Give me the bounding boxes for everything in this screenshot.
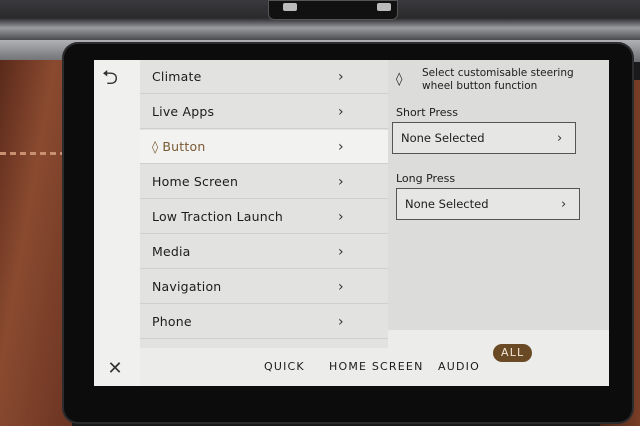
menu-item-label: Navigation bbox=[152, 279, 222, 294]
menu-item-label: ◊ Button bbox=[140, 139, 338, 154]
chevron-right-icon: › bbox=[338, 278, 344, 295]
chevron-right-icon: › bbox=[338, 68, 344, 85]
menu-item-text: Button bbox=[162, 139, 206, 154]
short-press-label: Short Press bbox=[396, 106, 458, 119]
menu-item-label: Phone bbox=[152, 314, 192, 329]
chevron-right-icon: › bbox=[557, 130, 563, 146]
chevron-right-icon: › bbox=[338, 173, 344, 190]
long-press-label: Long Press bbox=[396, 172, 456, 185]
tab-quick[interactable]: QUICK bbox=[264, 358, 305, 376]
menu-item-climate[interactable]: Climate › bbox=[140, 60, 388, 94]
tab-audio[interactable]: AUDIO bbox=[438, 358, 480, 376]
tab-home-screen[interactable]: HOME SCREEN bbox=[329, 358, 424, 376]
settings-menu: Climate › Live Apps › ◊ Button › Home Scr… bbox=[140, 60, 418, 348]
menu-item-label: Climate bbox=[152, 69, 202, 84]
chevron-right-icon: › bbox=[338, 243, 344, 260]
steering-button-diamond-icon: ◊ bbox=[396, 72, 403, 87]
chevron-right-icon: › bbox=[338, 138, 344, 155]
menu-item-label: Media bbox=[152, 244, 191, 259]
menu-item-label: Home Screen bbox=[152, 174, 239, 189]
menu-item-button[interactable]: ◊ Button › bbox=[140, 130, 388, 164]
menu-item-navigation[interactable]: Navigation › bbox=[140, 270, 388, 304]
dashboard-vent bbox=[268, 0, 398, 20]
menu-item-live-apps[interactable]: Live Apps › bbox=[140, 95, 388, 129]
icon-column: ⮌ ✕ bbox=[94, 60, 140, 386]
infotainment-screen: ⮌ ✕ Climate › Live Apps › ◊ Button › Home… bbox=[94, 60, 609, 386]
short-press-value: None Selected bbox=[401, 131, 485, 145]
menu-item-label: Live Apps bbox=[152, 104, 215, 119]
menu-item-home-screen[interactable]: Home Screen › bbox=[140, 165, 388, 199]
menu-item-label: Low Traction Launch bbox=[152, 209, 284, 224]
tab-all[interactable]: ALL bbox=[493, 344, 533, 362]
close-icon[interactable]: ✕ bbox=[102, 356, 128, 382]
bottom-tab-bar: QUICK HOME SCREEN AUDIO ALL bbox=[140, 344, 609, 386]
long-press-value: None Selected bbox=[405, 197, 489, 211]
leather-trim-left bbox=[0, 60, 72, 426]
chevron-right-icon: › bbox=[338, 208, 344, 225]
chevron-right-icon: › bbox=[338, 313, 344, 330]
selected-diamond-icon: ◊ bbox=[152, 139, 159, 154]
menu-item-phone[interactable]: Phone › bbox=[140, 305, 388, 339]
long-press-selector[interactable]: None Selected › bbox=[396, 188, 580, 220]
menu-item-low-traction-launch[interactable]: Low Traction Launch › bbox=[140, 200, 388, 234]
panel-title: Select customisable steering wheel butto… bbox=[422, 67, 574, 92]
detail-panel: ◊ Select customisable steering wheel but… bbox=[388, 60, 609, 330]
chevron-right-icon: › bbox=[338, 103, 344, 120]
menu-item-media[interactable]: Media › bbox=[140, 235, 388, 269]
back-arrow-icon[interactable]: ⮌ bbox=[96, 64, 124, 90]
short-press-selector[interactable]: None Selected › bbox=[392, 122, 576, 154]
chevron-right-icon: › bbox=[561, 196, 567, 212]
